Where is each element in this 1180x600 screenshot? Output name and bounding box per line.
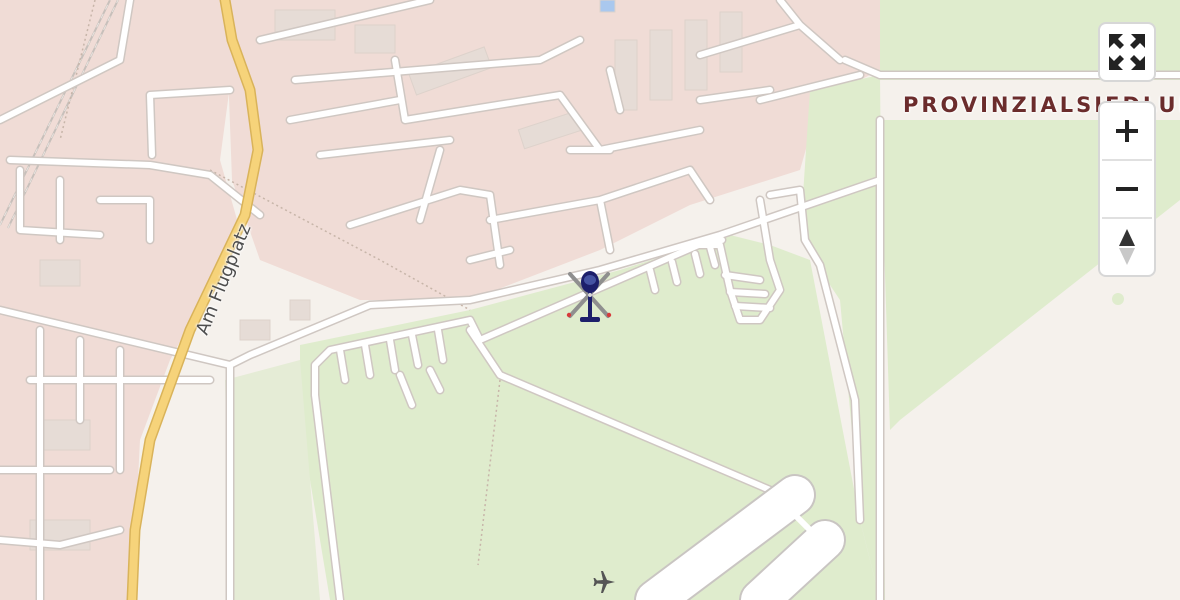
zoom-control-group (1098, 101, 1156, 277)
fullscreen-control (1098, 22, 1156, 82)
map-canvas[interactable] (0, 0, 1180, 600)
compass-arrow-icon (1119, 229, 1135, 265)
zoom-out-button[interactable] (1100, 161, 1154, 217)
plus-icon (1116, 120, 1138, 142)
map-view[interactable]: PROVINZIALSIEDLUNG Am Flugplatz (0, 0, 1180, 600)
fullscreen-button[interactable] (1100, 24, 1154, 80)
reset-bearing-button[interactable] (1100, 219, 1154, 275)
minus-icon (1116, 187, 1138, 191)
expand-arrows-icon (1109, 34, 1145, 70)
grass-dot (1112, 293, 1124, 305)
zoom-in-button[interactable] (1100, 103, 1154, 159)
